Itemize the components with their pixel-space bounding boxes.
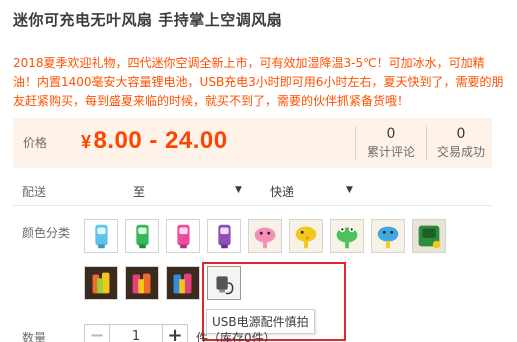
triangle-down-icon[interactable]: ▼ [346,185,353,195]
shipping-label: 配送 [22,185,47,199]
color-option-green-fan[interactable] [125,219,159,253]
color-option-rainbow-fan-a[interactable] [84,266,118,300]
price-label: 价格 [23,136,48,150]
color-option-rainbow-fan-c[interactable] [166,266,200,300]
color-option-yellow-duck-fan[interactable] [289,219,323,253]
stock-info: 件（库存0件） [196,331,276,342]
triangle-down-icon[interactable]: ▼ [235,185,242,195]
shipping-method[interactable]: 快递 [270,183,294,200]
currency-symbol: ¥ [81,132,92,152]
color-option-blue-dino-fan[interactable] [371,219,405,253]
product-title: 迷你可充电无叶风扇 手持掌上空调风扇 [13,11,283,29]
quantity-increase-button[interactable]: + [162,324,188,342]
color-option-green-cactus-fan[interactable] [412,219,446,253]
quantity-decrease-button[interactable]: − [84,324,110,342]
price-value: ¥8.00 - 24.00 [81,127,228,155]
ship-to-label[interactable]: 至 [133,183,145,200]
color-option-rainbow-fan-b[interactable] [125,266,159,300]
trade-count-stat[interactable]: 0 交易成功 [426,125,496,161]
color-option-pink-fan[interactable] [166,219,200,253]
price-panel: 价格 ¥8.00 - 24.00 0 累计评论 0 交易成功 [13,118,492,168]
color-option-purple-fan[interactable] [207,219,241,253]
quantity-label: 数量 [22,331,47,342]
divider [13,205,492,206]
quantity-input[interactable]: 1 [110,324,162,342]
color-option-pink-pig-fan[interactable] [248,219,282,253]
review-count-stat[interactable]: 0 累计评论 [356,125,426,161]
review-count: 0 [386,126,396,142]
color-option-green-frog-fan[interactable] [330,219,364,253]
review-count-label: 累计评论 [366,145,415,159]
product-description: 2018夏季欢迎礼物，四代迷你空调全新上市，可有效加湿降温3-5℃！可加冰水，可… [13,56,504,108]
trade-count: 0 [456,126,466,142]
color-option-blue-fan[interactable] [84,219,118,253]
price-range: 8.00 - 24.00 [93,127,228,154]
trade-count-label: 交易成功 [436,145,485,159]
color-label: 颜色分类 [22,226,71,240]
